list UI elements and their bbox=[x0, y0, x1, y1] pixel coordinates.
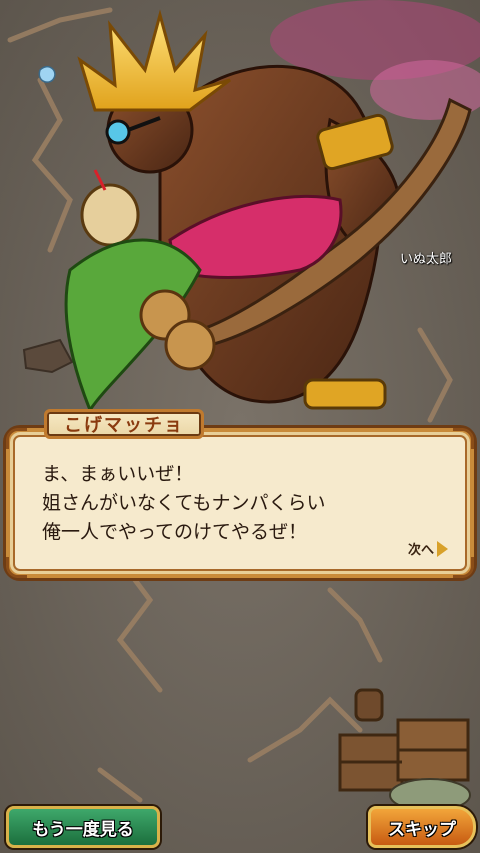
dialog-line: 姐さんがいなくてもナンパくらい bbox=[42, 492, 326, 514]
player-name-label: いぬ太郎 bbox=[400, 252, 453, 267]
dialog-line: 俺一人でやってのけてやるぜ！ bbox=[42, 521, 308, 543]
dialog-box[interactable]: ま、まぁいいぜ！ 姐さんがいなくてもナンパくらい 俺一人でやってのけてやるぜ！ … bbox=[6, 428, 474, 578]
dialog-corner-ornament bbox=[6, 557, 27, 578]
dialog-corner-ornament bbox=[453, 428, 474, 449]
dialog-corner-ornament bbox=[6, 428, 27, 449]
next-arrow-icon bbox=[437, 540, 448, 557]
next-label: 次へ bbox=[407, 543, 434, 558]
next-button[interactable]: 次へ bbox=[408, 539, 448, 558]
skip-button[interactable]: スキップ bbox=[368, 806, 476, 848]
speaker-name-tag: こげマッチョ bbox=[44, 409, 204, 439]
water-drop-icon bbox=[38, 66, 56, 83]
replay-button[interactable]: もう一度見る bbox=[6, 806, 160, 848]
dialog-text: ま、まぁいいぜ！ 姐さんがいなくてもナンパくらい 俺一人でやってのけてやるぜ！ bbox=[42, 460, 450, 547]
dialog-line: ま、まぁいいぜ！ bbox=[42, 463, 194, 485]
